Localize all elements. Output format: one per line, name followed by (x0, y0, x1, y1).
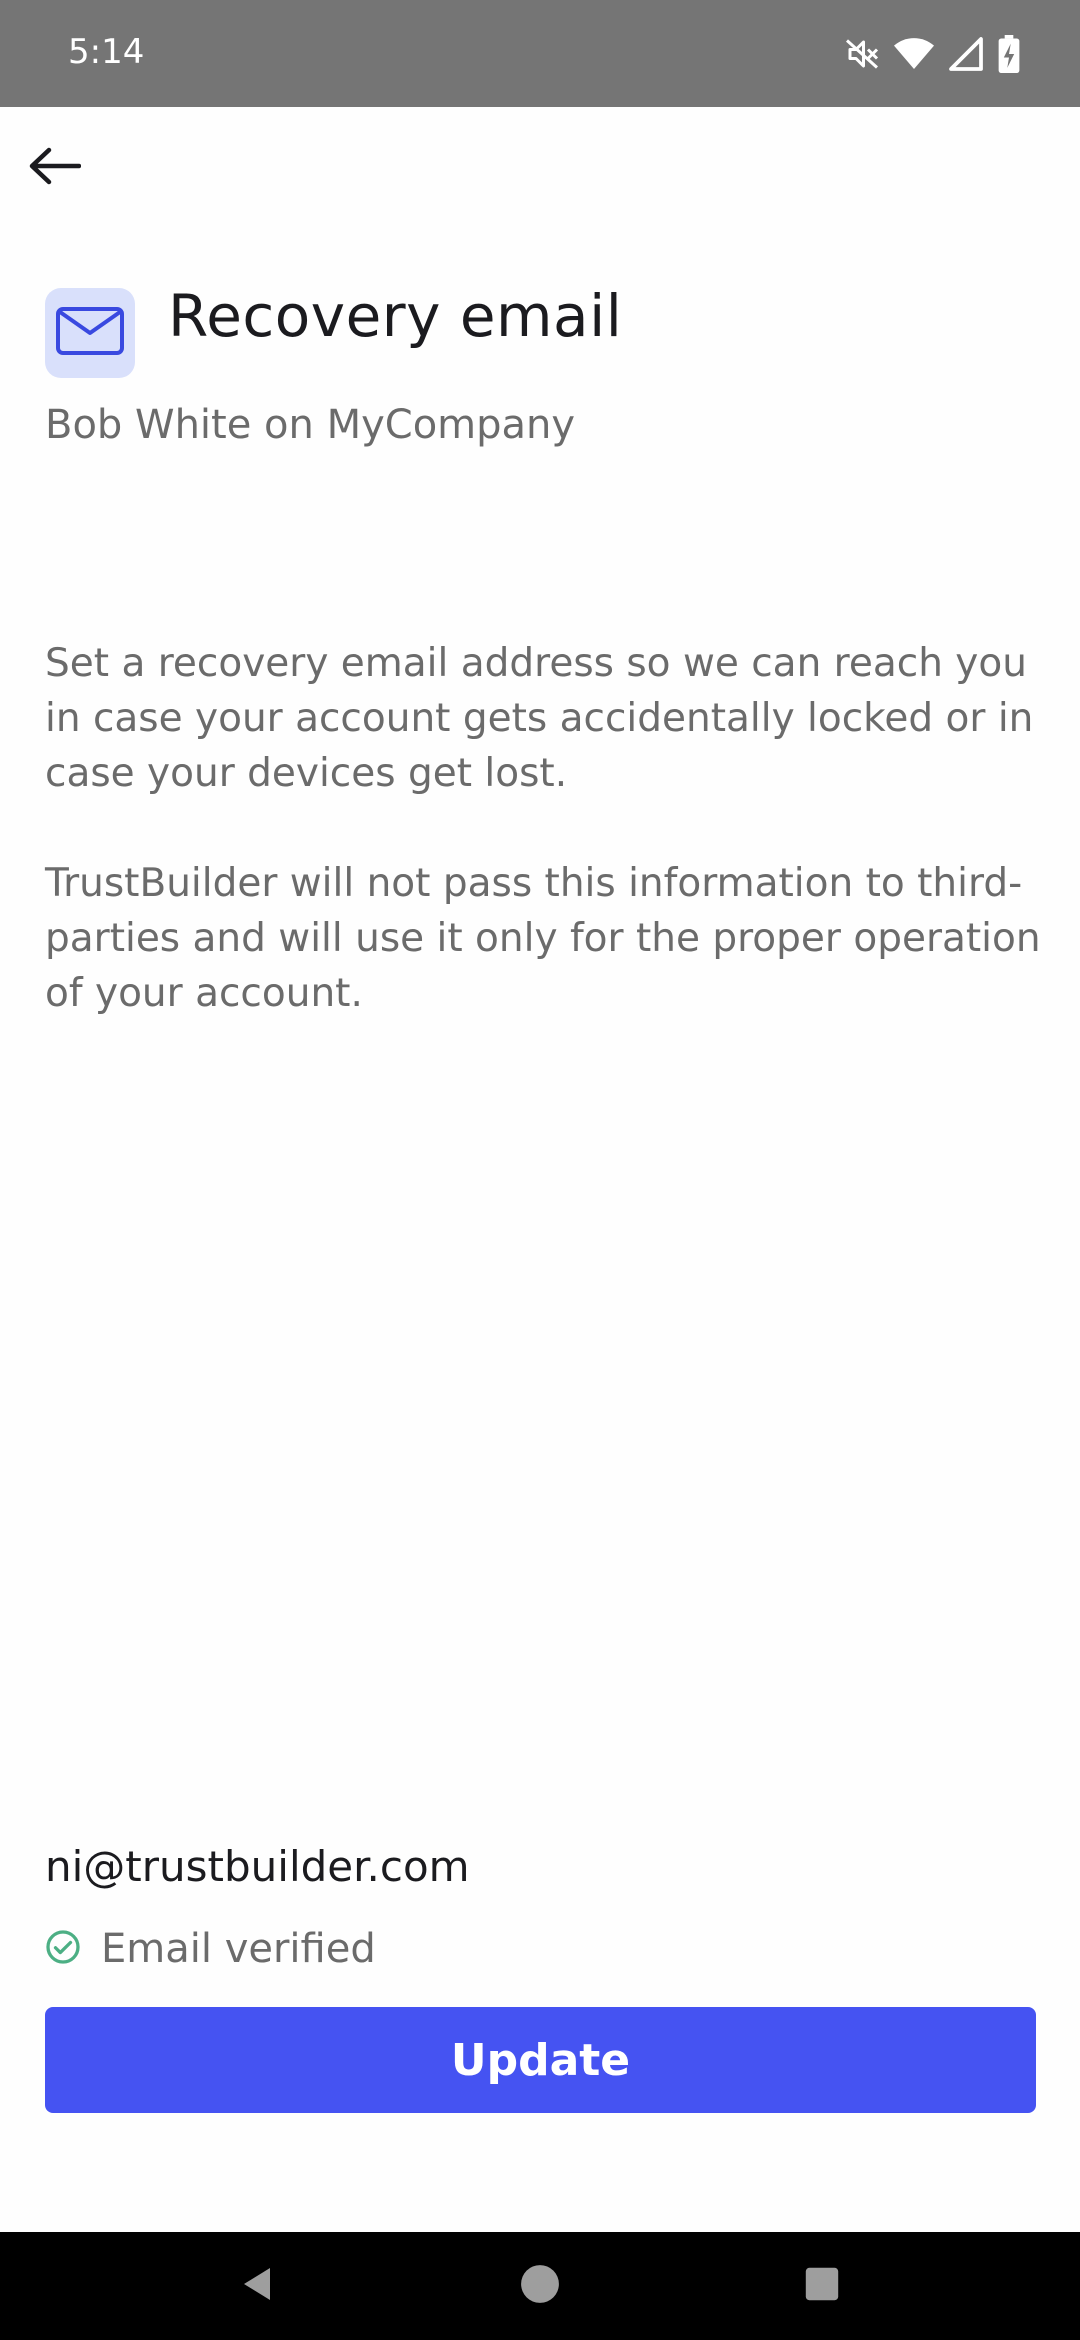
page-title: Recovery email (168, 282, 623, 350)
nav-recents-button[interactable] (762, 2232, 882, 2340)
status-bar: 5:14 (0, 0, 1080, 107)
check-circle-icon (45, 1929, 81, 1969)
recovery-email-value: ni@trustbuilder.com (45, 1842, 470, 1891)
signal-icon (948, 36, 984, 72)
update-button[interactable]: Update (45, 2007, 1036, 2113)
status-time: 5:14 (68, 32, 145, 72)
wifi-icon (894, 36, 934, 72)
mail-icon (55, 306, 125, 360)
system-nav-bar (0, 2232, 1080, 2340)
nav-back-button[interactable] (198, 2232, 318, 2340)
nav-home-button[interactable] (480, 2232, 600, 2340)
email-verified-status: Email verified (45, 1924, 376, 1974)
nav-back-icon (238, 2264, 278, 2308)
screen: 5:14 Recovery email Bob White on MyCompa… (0, 0, 1080, 2340)
email-verified-label: Email verified (101, 1926, 376, 1972)
status-icons (844, 30, 1020, 78)
mute-icon (844, 36, 880, 72)
arrow-left-icon (27, 146, 82, 190)
page-subtitle: Bob White on MyCompany (45, 402, 576, 448)
description-paragraph-1: Set a recovery email address so we can r… (45, 641, 1034, 796)
back-button[interactable] (18, 132, 90, 204)
recovery-email-badge (45, 288, 135, 378)
description-paragraph-2: TrustBuilder will not pass this informat… (45, 861, 1041, 1016)
nav-recents-icon (804, 2266, 840, 2306)
battery-charging-icon (998, 35, 1020, 73)
nav-home-icon (519, 2263, 561, 2309)
